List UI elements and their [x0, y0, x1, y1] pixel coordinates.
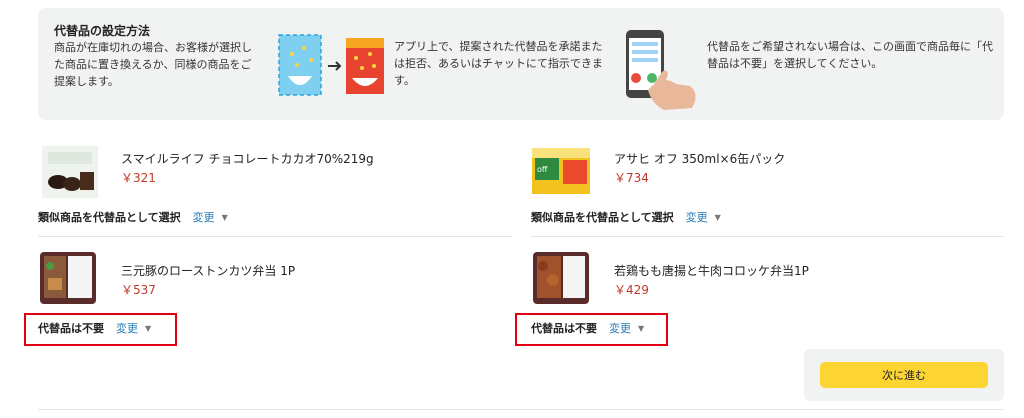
row-divider [531, 236, 1004, 237]
product-name: 三元豚のローストンカツ弁当 1P [121, 264, 296, 278]
product-image [533, 252, 589, 304]
chevron-down-icon: ▼ [221, 212, 228, 222]
footer-actions: 次に進む [804, 349, 1004, 401]
info-title: 代替品の設定方法 [54, 24, 151, 38]
product-price: ￥537 [121, 283, 156, 297]
row-divider [38, 236, 512, 237]
substitution-info-panel: 代替品の設定方法 商品が在庫切れの場合、お客様が選択した商品に置き換えるか、同様… [38, 8, 1004, 120]
info-step2-text: アプリ上で、提案された代替品を承諾または拒否、あるいはチャットにて指示できます。 [394, 40, 603, 87]
change-label: 変更 [192, 211, 215, 224]
product-price: ￥321 [121, 171, 156, 185]
next-button[interactable]: 次に進む [820, 362, 988, 388]
info-step3-text: 代替品をご希望されない場合は、この画面で商品毎に「代替品は不要」を選択してくださ… [707, 40, 993, 70]
product-image [42, 146, 98, 198]
product-item-chocolate: スマイルライフ チョコレートカカオ70%219g ￥321 類似商品を代替品とし… [38, 138, 512, 238]
substitution-label: 類似商品を代替品として選択 [531, 211, 674, 224]
change-substitution-button[interactable]: 変更 ▼ [193, 209, 228, 225]
info-step1-text: 商品が在庫切れの場合、お客様が選択した商品に置き換えるか、同様の商品をご提案しま… [54, 41, 252, 88]
chevron-down-icon: ▼ [714, 212, 721, 222]
substitution-label: 類似商品を代替品として選択 [38, 211, 181, 224]
substitution-setting: 類似商品を代替品として選択 変更 ▼ [531, 209, 721, 225]
product-image [40, 252, 96, 304]
product-price: ￥734 [614, 171, 649, 185]
svg-text:off: off [537, 165, 548, 174]
substitute-product-illustration [278, 34, 384, 96]
product-name: スマイルライフ チョコレートカカオ70%219g [121, 152, 374, 166]
product-price: ￥429 [614, 283, 649, 297]
highlight-box [24, 313, 177, 346]
highlight-box [515, 313, 668, 346]
change-label: 変更 [685, 211, 708, 224]
product-name: アサヒ オフ 350ml×6缶パック [614, 152, 786, 166]
bottom-divider [38, 409, 1004, 410]
product-name: 若鶏もも唐揚と牛肉コロッケ弁当1P [614, 264, 809, 278]
substitution-setting: 類似商品を代替品として選択 変更 ▼ [38, 209, 228, 225]
product-image: off [532, 148, 590, 194]
app-approval-illustration [626, 30, 696, 110]
product-item-beer: off アサヒ オフ 350ml×6缶パック ￥734 類似商品を代替品として選… [531, 138, 1005, 238]
change-substitution-button[interactable]: 変更 ▼ [686, 209, 721, 225]
